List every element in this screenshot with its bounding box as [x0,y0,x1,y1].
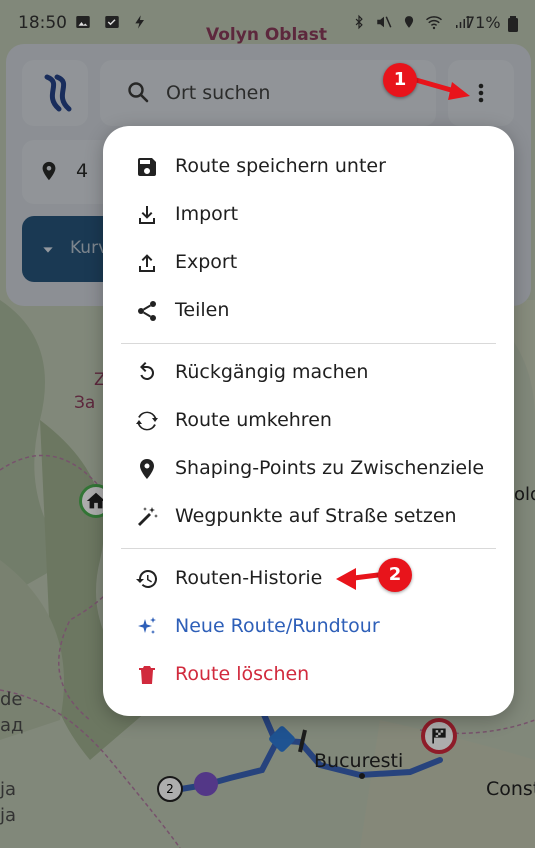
menu-item-import[interactable]: Import [103,191,514,239]
menu-item-label: Rückgängig machen [175,361,369,383]
annotation-badge-1: 1 [383,63,417,97]
menu-item-delete-route[interactable]: Route löschen [103,651,514,699]
annotation-badge-2: 2 [378,558,412,592]
menu-item-label: Route löschen [175,663,310,685]
download-icon [139,206,155,224]
menu-item-label: Wegpunkte auf Straße setzen [175,505,457,527]
check-box-icon [105,15,119,28]
sparkle-icon [138,617,156,634]
save-icon [138,158,156,176]
menu-item-label: Route speichern unter [175,155,386,177]
magic-wand-icon [138,507,158,526]
mute-icon [377,15,392,28]
status-bar: 18:50 71% [0,0,535,46]
reverse-icon [136,411,158,431]
menu-item-shaping-points[interactable]: Shaping-Points zu Zwischenziele [103,445,514,493]
menu-item-reverse-route[interactable]: Route umkehren [103,397,514,445]
overflow-menu: Route speichern unter Import Export Teil… [103,126,514,716]
menu-item-label: Routen-Historie [175,567,323,589]
menu-divider [121,548,496,549]
menu-item-undo[interactable]: Rückgängig machen [103,349,514,397]
upload-icon [139,254,155,272]
status-time: 18:50 [18,13,67,33]
menu-item-label: Neue Route/Rundtour [175,615,380,637]
menu-divider [121,343,496,344]
menu-item-route-history[interactable]: Routen-Historie [103,555,514,603]
menu-item-label: Route umkehren [175,409,332,431]
menu-item-label: Import [175,203,239,225]
flash-icon [134,14,144,29]
location-icon [404,15,413,28]
battery-level: 71% [465,13,501,32]
undo-icon [140,362,155,380]
menu-item-label: Export [175,251,238,273]
menu-item-export[interactable]: Export [103,239,514,287]
menu-item-new-route[interactable]: Neue Route/Rundtour [103,603,514,651]
notification-icons [74,12,148,31]
menu-item-share[interactable]: Teilen [103,287,514,335]
trash-icon [139,666,155,684]
share-icon [138,301,156,321]
battery-icon [508,16,518,32]
gallery-icon [76,15,90,28]
bluetooth-icon [355,14,363,29]
history-icon [136,569,158,588]
menu-item-save-route-as[interactable]: Route speichern unter [103,143,514,191]
menu-item-snap-to-road[interactable]: Wegpunkte auf Straße setzen [103,493,514,541]
wifi-icon [426,15,443,29]
menu-item-label: Teilen [175,299,230,321]
system-icons [352,12,471,31]
location-pin-icon [140,459,154,479]
menu-item-label: Shaping-Points zu Zwischenziele [175,457,485,479]
